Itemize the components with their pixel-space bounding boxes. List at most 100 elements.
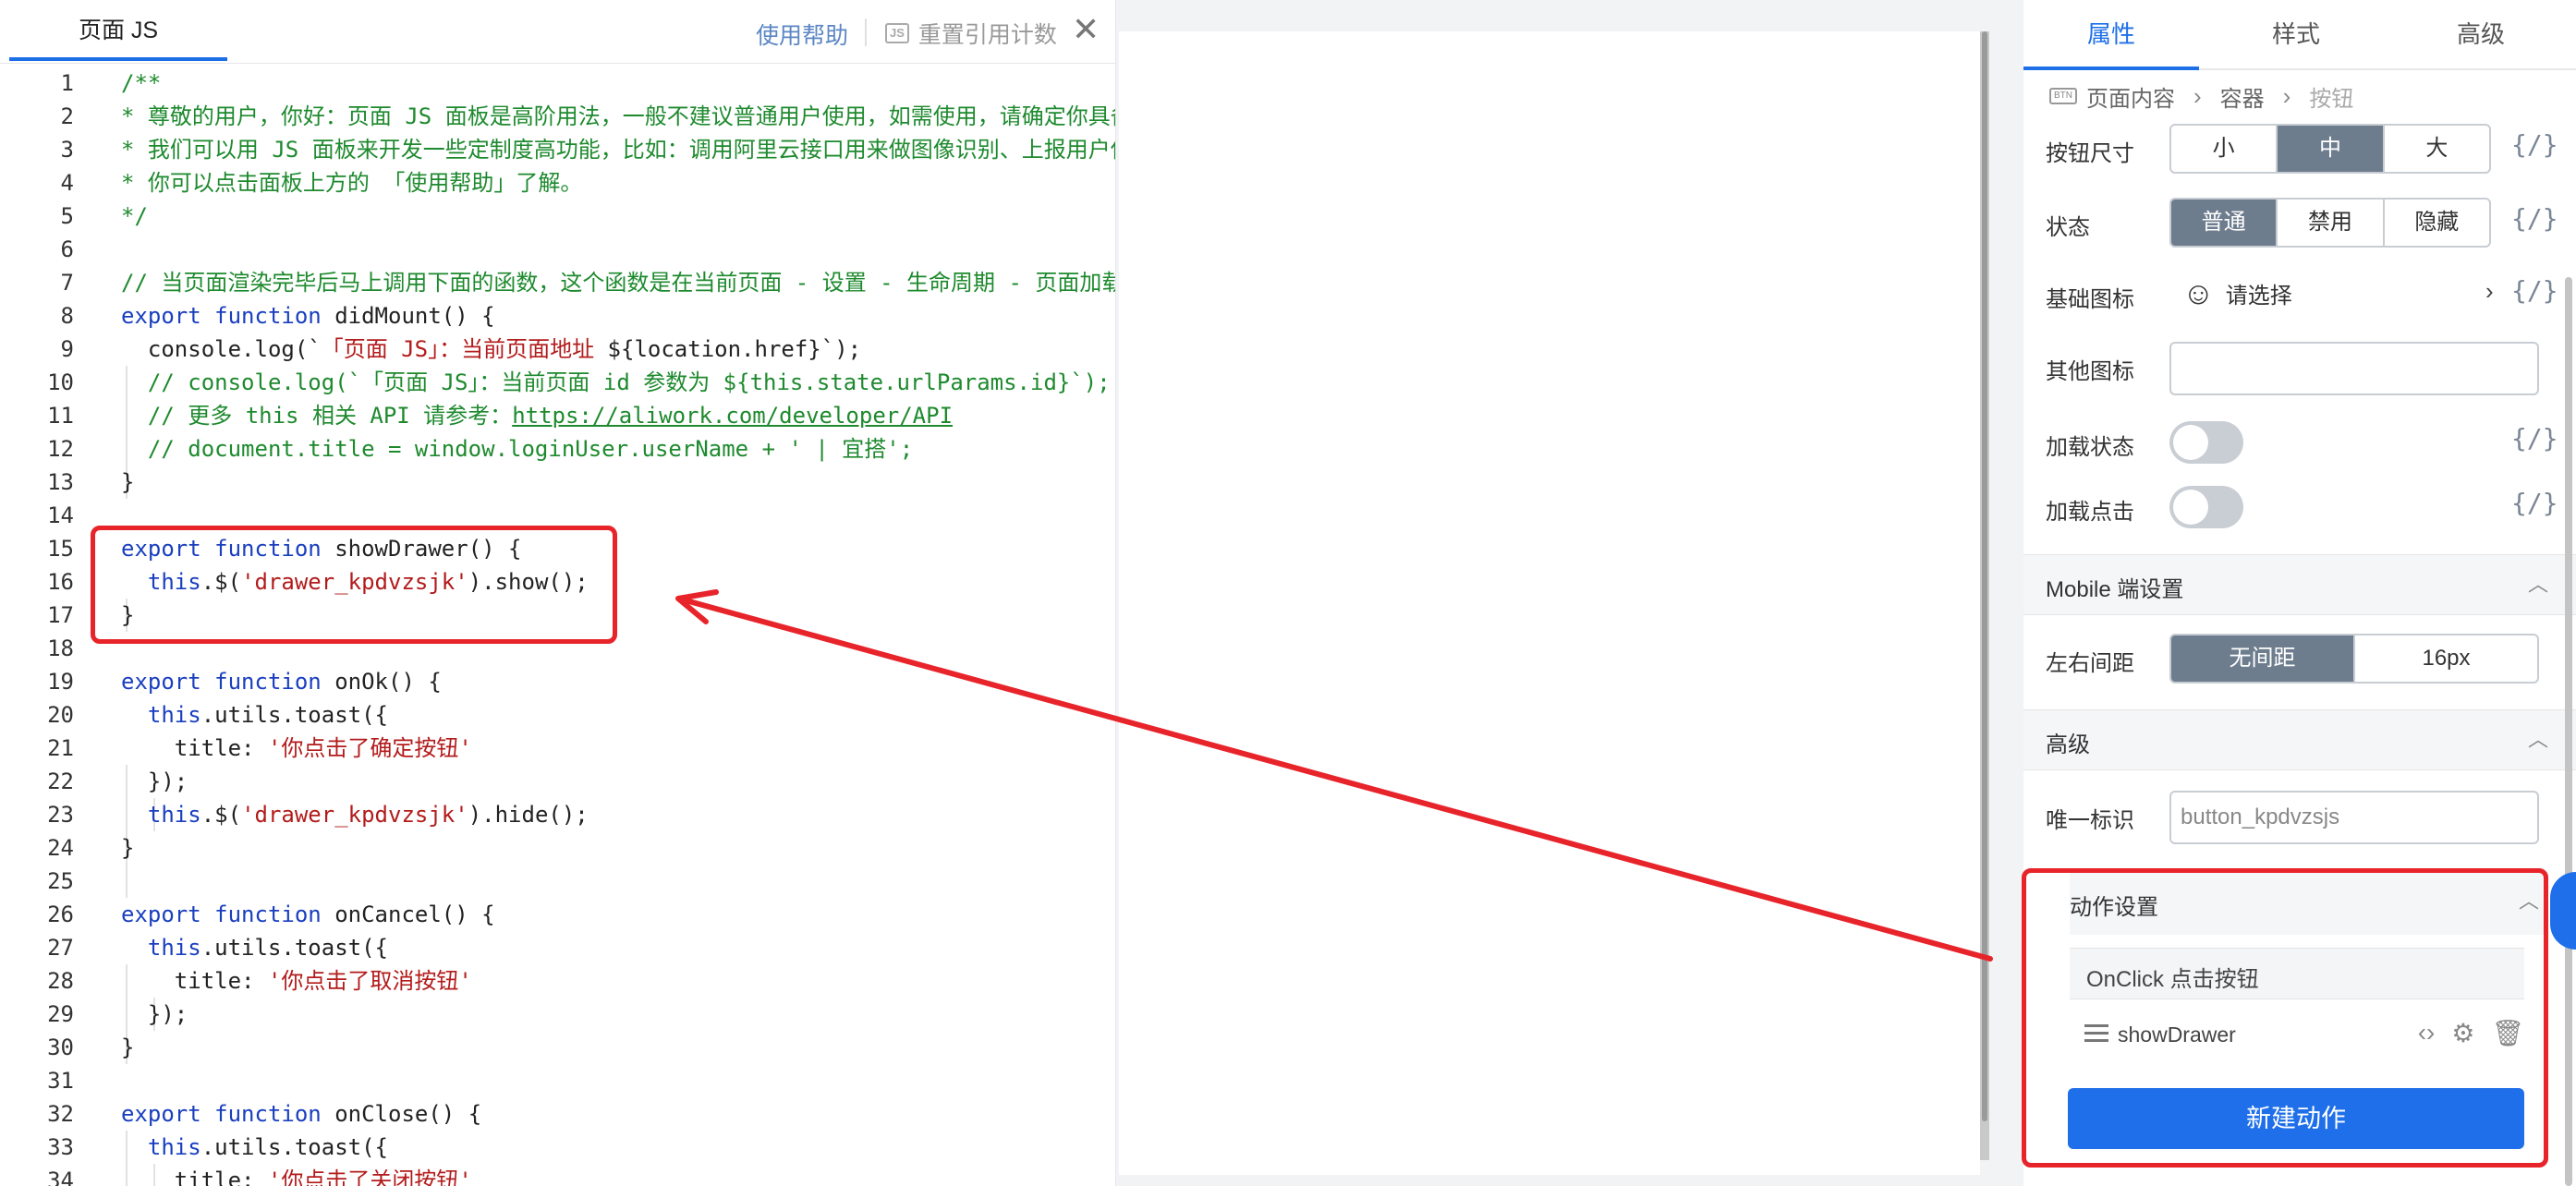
chevron-right-icon[interactable]: › (2485, 277, 2494, 306)
floating-assistant-button[interactable] (2550, 872, 2576, 950)
spacing-option-none[interactable]: 无间距 (2171, 635, 2353, 682)
button-size-selector: 小 中 大 (2169, 124, 2491, 174)
base-icon-row: 基础图标 ☺ 请选择 › {/} (2046, 270, 2563, 321)
breadcrumb-separator: › (2282, 81, 2291, 110)
code-line[interactable]: 22 }); (0, 765, 1115, 798)
code-line[interactable]: 2 * 尊敬的用户，你好：页面 JS 面板是高阶用法，一般不建议普通用户使用，如需… (0, 100, 1115, 133)
code-line[interactable]: 8 export function didMount() { (0, 299, 1115, 333)
tab-style[interactable]: 样式 (2208, 0, 2384, 68)
state-selector: 普通 禁用 隐藏 (2169, 198, 2491, 248)
line-number: 18 (47, 635, 74, 661)
code-line[interactable]: 25 (0, 865, 1115, 898)
loading-click-label: 加载点击 (2046, 500, 2134, 525)
code-line[interactable]: 9 console.log(`「页面 JS」：当前页面地址 ${location… (0, 333, 1115, 366)
code-text: this.$('drawer_kpdvzsjk').hide(); (147, 802, 589, 828)
code-line[interactable]: 26 export function onCancel() { (0, 898, 1115, 931)
loading-click-toggle[interactable] (2169, 486, 2243, 528)
code-line[interactable]: 24} (0, 831, 1115, 865)
code-line[interactable]: 28 title: '你点击了取消按钮' (0, 964, 1115, 998)
code-line[interactable]: 7 // 当页面渲染完毕后马上调用下面的函数，这个函数是在当前页面 - 设置 - … (0, 266, 1115, 299)
tab-properties[interactable]: 属性 (2023, 0, 2199, 70)
line-number: 31 (47, 1068, 74, 1094)
code-line[interactable]: 27 this.utils.toast({ (0, 931, 1115, 964)
code-text: // document.title = window.loginUser.use… (121, 436, 914, 462)
mobile-settings-section[interactable]: Mobile 端设置 ︿ (2023, 554, 2576, 615)
code-text: * 你可以点击面板上方的 「使用帮助」了解。 (121, 170, 583, 196)
tab-advanced[interactable]: 高级 (2393, 0, 2569, 68)
icon-picker-value: 请选择 (2225, 284, 2292, 309)
line-number: 4 (60, 170, 74, 196)
loading-state-label: 加载状态 (2046, 435, 2134, 460)
other-icon-label: 其他图标 (2046, 359, 2134, 384)
size-option-large[interactable]: 大 (2382, 126, 2489, 172)
state-option-disabled[interactable]: 禁用 (2276, 200, 2382, 246)
size-option-medium[interactable]: 中 (2276, 126, 2383, 172)
code-line[interactable]: 10 // console.log(`「页面 JS」：当前页面 id 参数为 $… (0, 366, 1115, 399)
code-text: // console.log(`「页面 JS」：当前页面 id 参数为 ${th… (121, 369, 1111, 395)
other-icon-row: 其他图标 (2046, 342, 2563, 395)
variable-binding-icon[interactable]: {/} (2511, 203, 2558, 234)
loading-click-row: 加载点击 {/} (2046, 482, 2563, 534)
tab-page-js[interactable]: 页面 JS (9, 0, 227, 61)
close-icon[interactable]: ✕ (1072, 13, 1100, 46)
code-line[interactable]: 20 this.utils.toast({ (0, 698, 1115, 732)
canvas-scrollbar-thumb[interactable] (1982, 31, 1987, 1121)
unique-id-input[interactable]: button_kpdvzsjs (2169, 791, 2539, 844)
code-text: title: '你点击了关闭按钮' (121, 1168, 472, 1186)
code-line[interactable]: 33 this.utils.toast({ (0, 1131, 1115, 1164)
highlight-box-showdrawer (91, 526, 617, 644)
code-line[interactable]: 1 /** (0, 67, 1115, 100)
code-line[interactable]: 6 (0, 233, 1115, 266)
state-option-normal[interactable]: 普通 (2171, 200, 2277, 246)
icon-picker[interactable]: ☺ 请选择 (2182, 277, 2292, 309)
code-line[interactable]: 32 export function onClose() { (0, 1097, 1115, 1131)
line-number: 12 (47, 436, 74, 462)
design-canvas[interactable] (1119, 31, 1980, 1175)
code-text: }); (121, 1001, 188, 1027)
chevron-up-icon[interactable]: ︿ (2528, 568, 2548, 598)
other-icon-input[interactable] (2169, 342, 2539, 395)
help-link[interactable]: 使用帮助 (756, 18, 848, 51)
line-number: 14 (47, 502, 74, 528)
spacing-selector: 无间距 16px (2169, 634, 2539, 684)
code-line[interactable]: 11 // 更多 this 相关 API 请参考：https://aliwork… (0, 399, 1115, 432)
spacing-row: 左右间距 无间距 16px (2046, 634, 2563, 685)
code-line[interactable]: 3 * 我们可以用 JS 面板来开发一些定制度高功能，比如：调用阿里云接口用来做图… (0, 133, 1115, 166)
code-text: export function onCancel() { (121, 902, 495, 927)
line-number: 34 (47, 1168, 74, 1186)
code-line[interactable]: 12 // document.title = window.loginUser.… (0, 432, 1115, 466)
state-option-hidden[interactable]: 隐藏 (2382, 200, 2489, 246)
code-text: this.utils.toast({ (147, 935, 388, 961)
code-line[interactable]: 4 * 你可以点击面板上方的 「使用帮助」了解。 (0, 166, 1115, 200)
line-number: 24 (47, 835, 74, 861)
loading-state-row: 加载状态 {/} (2046, 418, 2563, 469)
code-line[interactable]: 29 }); (0, 998, 1115, 1031)
variable-binding-icon[interactable]: {/} (2511, 275, 2558, 306)
code-line[interactable]: 13} (0, 466, 1115, 499)
variable-binding-icon[interactable]: {/} (2511, 129, 2558, 160)
chevron-up-icon[interactable]: ︿ (2528, 723, 2548, 753)
breadcrumb: BTN 页面内容 › 容器 › 按钮 (2049, 78, 2353, 115)
advanced-section[interactable]: 高级 ︿ (2023, 709, 2576, 770)
code-line[interactable]: 21 title: '你点击了确定按钮' (0, 732, 1115, 765)
size-option-small[interactable]: 小 (2171, 126, 2276, 172)
property-panel-scrollbar[interactable] (2565, 277, 2572, 1186)
code-line[interactable]: 31 (0, 1064, 1115, 1097)
breadcrumb-item-page[interactable]: 页面内容 (2086, 80, 2175, 113)
code-line[interactable]: 19 export function onOk() { (0, 665, 1115, 698)
loading-state-toggle[interactable] (2169, 421, 2243, 464)
section-title: Mobile 端设置 (2046, 577, 2184, 602)
reset-count-button[interactable]: JS 重置引用计数 (885, 17, 1057, 50)
unique-id-row: 唯一标识 button_kpdvzsjs (2046, 791, 2563, 844)
code-text: } (121, 835, 135, 861)
code-line[interactable]: 23 this.$('drawer_kpdvzsjk').hide(); (0, 798, 1115, 831)
code-text: // 更多 this 相关 API 请参考：https://aliwork.co… (121, 403, 954, 429)
code-line[interactable]: 34 title: '你点击了关闭按钮' (0, 1164, 1115, 1186)
variable-binding-icon[interactable]: {/} (2511, 488, 2558, 518)
code-line[interactable]: 5 */ (0, 200, 1115, 233)
code-line[interactable]: 30} (0, 1031, 1115, 1064)
spacing-option-16px[interactable]: 16px (2353, 635, 2537, 682)
breadcrumb-item-container[interactable]: 容器 (2220, 80, 2265, 113)
variable-binding-icon[interactable]: {/} (2511, 423, 2558, 454)
breadcrumb-item-button: 按钮 (2309, 86, 2354, 112)
